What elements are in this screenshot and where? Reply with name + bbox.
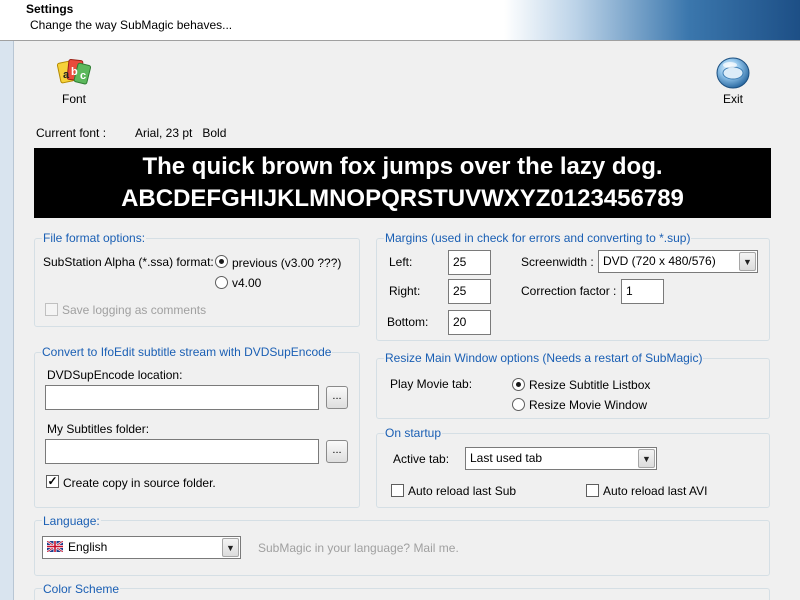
uk-flag-icon [46, 540, 64, 553]
ssa-previous-radio[interactable] [215, 255, 228, 268]
dvdsupencode-browse-button[interactable]: ... [326, 386, 348, 409]
font-preview: The quick brown fox jumps over the lazy … [34, 148, 771, 218]
margin-right-label: Right: [389, 284, 421, 298]
ssa-previous-label[interactable]: previous (v3.00 ???) [232, 256, 341, 270]
margin-left-label: Left: [389, 255, 413, 269]
language-title: Language: [42, 514, 101, 528]
active-tab-value: Last used tab [470, 451, 543, 465]
language-value: English [68, 540, 108, 554]
screenwidth-label: Screenwidth : [521, 255, 594, 269]
convert-title: Convert to IfoEdit subtitle stream with … [41, 345, 333, 359]
font-button-label: Font [61, 92, 86, 106]
margins-title: Margins (used in check for errors and co… [384, 231, 692, 245]
preview-line-1: The quick brown fox jumps over the lazy … [142, 153, 663, 180]
auto-reload-sub-label[interactable]: Auto reload last Sub [408, 484, 516, 498]
correction-factor-input[interactable]: 1 [621, 279, 664, 304]
header-subtitle: Change the way SubMagic behaves... [30, 18, 233, 32]
margin-bottom-label: Bottom: [387, 315, 429, 329]
font-button[interactable]: a b c Font [52, 56, 96, 106]
header-divider [0, 40, 800, 41]
subtitles-folder-browse-button[interactable]: ... [326, 440, 348, 463]
auto-reload-avi-label[interactable]: Auto reload last AVI [603, 484, 708, 498]
language-hint: SubMagic in your language? Mail me. [258, 541, 459, 555]
header-title: Settings [26, 2, 74, 16]
dialog-header: Settings Change the way SubMagic behaves… [0, 0, 800, 40]
dvdsupencode-location-input[interactable] [45, 385, 319, 410]
resize-movie-label[interactable]: Resize Movie Window [529, 398, 647, 412]
font-icon: a b c [56, 56, 92, 90]
margin-bottom-input[interactable]: 20 [448, 310, 491, 335]
subtitles-folder-input[interactable] [45, 439, 319, 464]
preview-line-2: ABCDEFGHIJKLMNOPQRSTUVWXYZ0123456789 [121, 185, 684, 212]
active-tab-select[interactable]: Last used tab ▼ [465, 447, 657, 470]
file-format-title: File format options: [42, 231, 147, 245]
chevron-down-icon[interactable]: ▼ [638, 449, 655, 468]
ssa-v4-radio[interactable] [215, 276, 228, 289]
create-copy-label[interactable]: Create copy in source folder. [63, 476, 216, 490]
dvdsupencode-location-label: DVDSupEncode location: [47, 368, 183, 382]
create-copy-checkbox[interactable]: ✓ [46, 475, 59, 488]
language-select[interactable]: English ▼ [42, 536, 241, 559]
chevron-down-icon[interactable]: ▼ [222, 538, 239, 557]
color-scheme-group [34, 588, 770, 600]
resize-listbox-radio[interactable] [512, 378, 525, 391]
save-logging-checkbox[interactable] [45, 303, 58, 316]
exit-icon [715, 56, 751, 90]
screenwidth-select[interactable]: DVD (720 x 480/576) ▼ [598, 250, 758, 273]
left-edge-panel [0, 41, 14, 600]
svg-text:c: c [80, 70, 86, 82]
margin-left-input[interactable]: 25 [448, 250, 491, 275]
play-movie-label: Play Movie tab: [390, 377, 473, 391]
screenwidth-value: DVD (720 x 480/576) [603, 254, 716, 268]
startup-title: On startup [384, 426, 443, 440]
margin-right-input[interactable]: 25 [448, 279, 491, 304]
resize-movie-radio[interactable] [512, 398, 525, 411]
ssa-format-label: SubStation Alpha (*.ssa) format: [43, 255, 214, 269]
resize-listbox-label[interactable]: Resize Subtitle Listbox [529, 378, 650, 392]
auto-reload-avi-checkbox[interactable] [586, 484, 599, 497]
auto-reload-sub-checkbox[interactable] [391, 484, 404, 497]
svg-text:a: a [63, 69, 70, 81]
exit-button[interactable]: Exit [712, 56, 754, 106]
subtitles-folder-label: My Subtitles folder: [47, 422, 150, 436]
chevron-down-icon[interactable]: ▼ [739, 252, 756, 271]
resize-title: Resize Main Window options (Needs a rest… [384, 351, 704, 365]
svg-text:b: b [71, 66, 78, 78]
ssa-v4-label[interactable]: v4.00 [232, 276, 261, 290]
current-font-value: Arial, 23 pt Bold [135, 126, 227, 140]
current-font-label: Current font : [36, 126, 107, 140]
save-logging-label: Save logging as comments [62, 303, 207, 317]
color-scheme-title: Color Scheme [42, 582, 121, 596]
active-tab-label: Active tab: [393, 452, 450, 466]
exit-button-label: Exit [722, 92, 743, 106]
correction-factor-label: Correction factor : [521, 284, 617, 298]
